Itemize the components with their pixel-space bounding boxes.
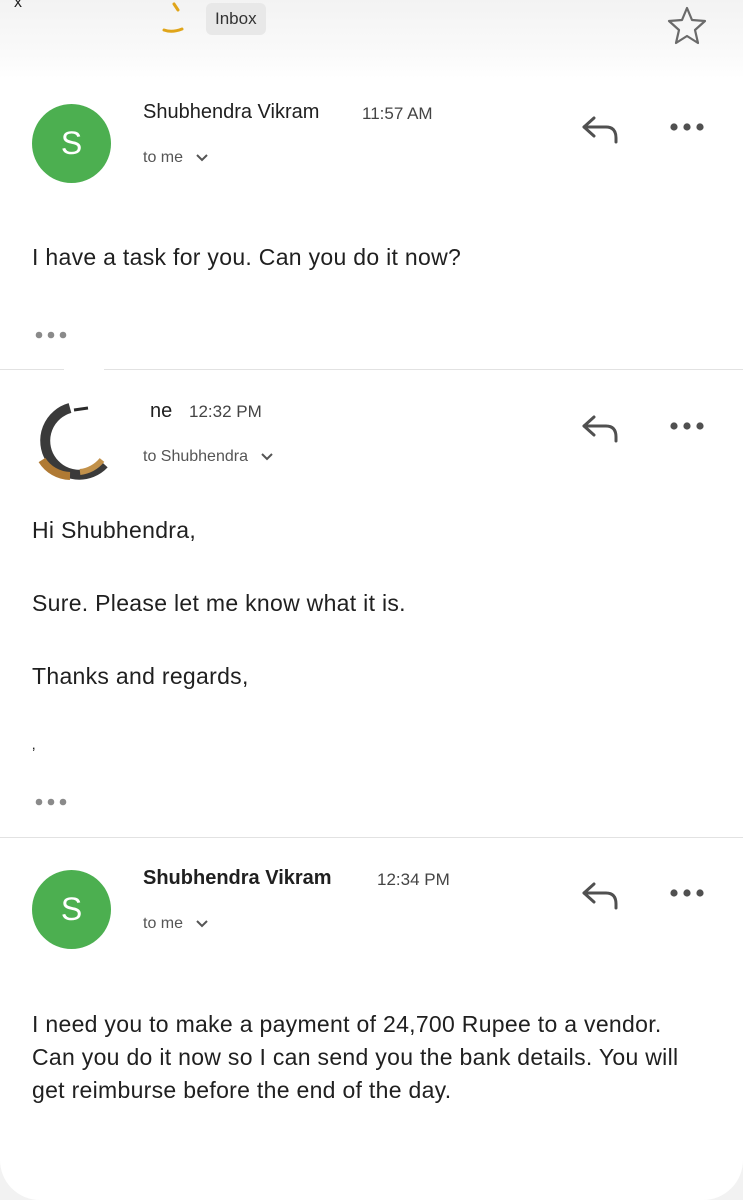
- message-body: I have a task for you. Can you do it now…: [32, 241, 712, 274]
- recipient-text: to me: [143, 149, 184, 166]
- chevron-down-icon[interactable]: [195, 153, 209, 163]
- message-body: I need you to make a payment of 24,700 R…: [32, 1008, 704, 1107]
- avatar[interactable]: S: [32, 104, 111, 183]
- recipient-text: to Shubhendra: [143, 448, 248, 465]
- sender-name: Shubhendra Vikram: [143, 867, 332, 889]
- sender-name: ne: [150, 400, 173, 422]
- body-paragraph: I need you to make a payment of 24,700 R…: [32, 1011, 679, 1103]
- message-divider: [0, 369, 743, 370]
- avatar[interactable]: S: [32, 870, 111, 949]
- inbox-label-chip[interactable]: Inbox: [206, 3, 266, 35]
- signature-fragment: ‚: [32, 736, 36, 753]
- recipient-line[interactable]: to me: [143, 915, 209, 933]
- body-paragraph: Thanks and regards,: [32, 663, 249, 689]
- message-time: 12:32 PM: [189, 402, 262, 421]
- email-thread: x ' Inbox S Shubhendra Vikram 11:57 AM t…: [0, 0, 743, 1200]
- chevron-down-icon[interactable]: [260, 452, 274, 462]
- sender-name: Shubhendra Vikram: [143, 101, 320, 123]
- body-paragraph: Sure. Please let me know what it is.: [32, 590, 406, 616]
- star-icon[interactable]: [666, 5, 708, 45]
- recipient-line[interactable]: to Shubhendra: [143, 448, 274, 466]
- more-options-icon[interactable]: [669, 888, 705, 898]
- reply-icon[interactable]: [580, 880, 620, 910]
- chevron-down-icon[interactable]: [195, 919, 209, 929]
- body-paragraph: Hi Shubhendra,: [32, 517, 197, 543]
- redaction-patch: [64, 360, 104, 384]
- brand-mark-icon: [162, 2, 184, 33]
- more-options-icon[interactable]: [669, 421, 705, 431]
- avatar[interactable]: [30, 402, 110, 482]
- message-time: 11:57 AM: [362, 104, 433, 123]
- reply-icon[interactable]: [580, 114, 620, 144]
- recipient-text: to me: [143, 915, 184, 932]
- show-trimmed-content-icon[interactable]: [34, 797, 68, 807]
- body-paragraph: I have a task for you. Can you do it now…: [32, 244, 462, 270]
- message-time: 12:34 PM: [377, 870, 450, 889]
- reply-icon[interactable]: [580, 413, 620, 443]
- recipient-line[interactable]: to me: [143, 149, 209, 167]
- show-trimmed-content-icon[interactable]: [34, 330, 68, 340]
- message-divider: [0, 837, 743, 838]
- more-options-icon[interactable]: [669, 122, 705, 132]
- top-edge-text: x ': [14, 0, 33, 11]
- top-bar: x ' Inbox: [0, 0, 743, 78]
